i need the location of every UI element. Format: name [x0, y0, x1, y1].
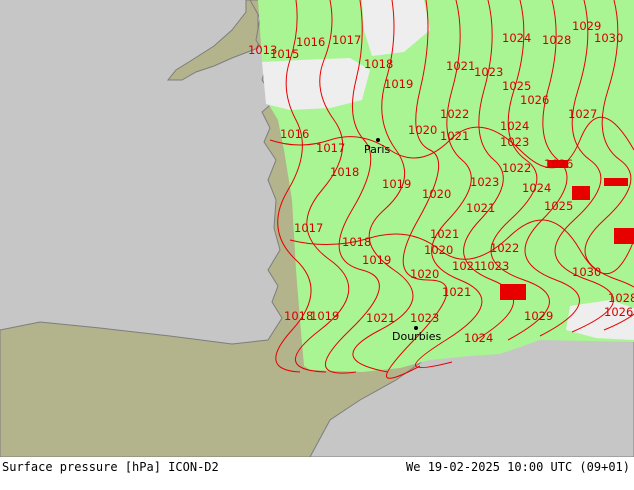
isobar-label: 1020: [410, 267, 439, 281]
isobar-label: 1024: [502, 31, 531, 45]
isobar-label: 1021: [430, 227, 459, 241]
isobar-label: 1019: [362, 253, 391, 267]
isobar-label: 1017: [294, 221, 323, 235]
isobar-label: 1019: [310, 309, 339, 323]
isobar-label: 1018: [364, 57, 393, 71]
map-footer: Surface pressure [hPa] ICON-D2 We 19-02-…: [0, 457, 634, 490]
isobar-label: 1024: [500, 119, 529, 133]
isobar-label: 1018: [342, 235, 371, 249]
isobar-label: 1026: [604, 305, 633, 319]
footer-product-label: Surface pressure [hPa] ICON-D2: [2, 460, 219, 474]
isobar-label: 1023: [480, 259, 509, 273]
isobar-label: 1021: [452, 259, 481, 273]
isobar-label: 1030: [572, 265, 601, 279]
isobar-label: 1025: [502, 79, 531, 93]
isobar-label: 1026: [520, 93, 549, 107]
isobar-label: 1029: [524, 309, 553, 323]
isobar-label: 1026: [544, 157, 573, 171]
isobar-label: 1021: [366, 311, 395, 325]
isobar-label: 1015: [270, 47, 299, 61]
isobar-label: 1021: [466, 201, 495, 215]
isobar-label: 1023: [474, 65, 503, 79]
isobar-label: 1020: [424, 243, 453, 257]
isobar-label: 1023: [500, 135, 529, 149]
footer-timestamp: We 19-02-2025 10:00 UTC (09+01): [406, 460, 630, 474]
isobar-label: 1022: [490, 241, 519, 255]
isobar-label: 1017: [332, 33, 361, 47]
city-label-dourbies: Dourbies: [392, 330, 442, 343]
city-label-paris: Paris: [364, 143, 390, 156]
isobar-label: 1024: [464, 331, 493, 345]
isobar-label: 1030: [594, 31, 623, 45]
isobar-label: 1025: [544, 199, 573, 213]
isobar-label: 1017: [316, 141, 345, 155]
city-marker: [376, 138, 380, 142]
isobar-label: 1019: [384, 77, 413, 91]
isobar-label: 1019: [382, 177, 411, 191]
isobar-label: 1023: [470, 175, 499, 189]
weather-map: 1016 1017 1013 1015 1018 1019 1021 1023 …: [0, 0, 634, 457]
isobar-label: 1022: [502, 161, 531, 175]
isobar-label: 1021: [446, 59, 475, 73]
isobar-label: 1021: [442, 285, 471, 299]
isobar-label: 1027: [568, 107, 597, 121]
isobar-label: 1022: [440, 107, 469, 121]
isobar-label: 1016: [280, 127, 309, 141]
isobar-label: 1018: [330, 165, 359, 179]
isobar-label: 1020: [408, 123, 437, 137]
isobar-label: 1021: [440, 129, 469, 143]
isobar-label: 1028: [542, 33, 571, 47]
isobar-label: 1028: [608, 291, 634, 305]
isobar-label: 1018: [284, 309, 313, 323]
isobar-label: 1016: [296, 35, 325, 49]
isobar-label: 1023: [410, 311, 439, 325]
isobar-label: 1020: [422, 187, 451, 201]
isobar-label: 1024: [522, 181, 551, 195]
